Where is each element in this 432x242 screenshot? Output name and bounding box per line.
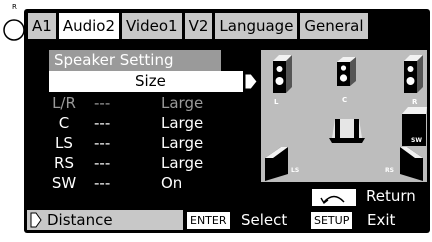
tab-language[interactable]: Language [215,13,298,39]
listener-chair-icon [329,119,365,143]
speaker-label: C [58,114,70,132]
separator: --- [94,154,111,172]
list-item-c[interactable]: C --- Large [24,113,256,133]
tab-general[interactable]: General [300,13,368,39]
list-item-sw[interactable]: SW --- On [24,173,256,193]
speaker-label: L/R [52,94,76,112]
diagram-label-ls: LS [291,167,299,174]
return-label: Return [366,187,416,205]
speaker-size-list: L/R --- Large C --- Large LS --- Large R… [24,93,256,193]
bottom-bar: Distance ENTER Select SETUP Exit [24,207,430,233]
select-label: Select [241,211,288,229]
size-value: Large [161,134,204,152]
speaker-c-icon: C [337,57,356,104]
tab-v2[interactable]: V2 [184,13,213,39]
list-item-ls[interactable]: LS --- Large [24,133,256,153]
separator: --- [94,134,111,152]
speaker-label: SW [51,174,77,192]
tab-bar: A1 Audio2 Video1 V2 Language General [28,13,368,39]
arrow-right-icon [30,212,42,228]
list-item-lr[interactable]: L/R --- Large [24,93,256,113]
list-item-rs[interactable]: RS --- Large [24,153,256,173]
speaker-label: RS [54,154,74,172]
diagram-label-c: C [342,96,347,104]
separator: --- [94,174,111,192]
diagram-label-sw: SW [411,137,422,144]
size-value: Large [161,154,204,172]
speaker-setting-title: Speaker Setting [49,50,221,71]
size-value: On [161,174,183,192]
distance-button[interactable]: Distance [27,210,183,230]
size-option[interactable]: Size [49,71,243,92]
setup-key-icon[interactable]: SETUP [311,212,353,229]
speaker-fl-icon: L [273,55,292,106]
svg-text:R: R [12,3,17,11]
speaker-fr-icon: R [404,55,423,106]
speaker-layout-diagram: L C R SW LS RS [261,50,427,182]
size-value: Large [161,94,204,112]
return-key-icon[interactable] [312,189,356,206]
separator: --- [94,114,111,132]
exit-label: Exit [367,211,396,229]
tab-a1[interactable]: A1 [28,13,56,39]
speaker-sw-icon: SW [402,107,427,146]
tab-video1[interactable]: Video1 [122,13,182,39]
diagram-label-l: L [274,98,279,106]
diagram-label-r: R [412,98,418,106]
separator: --- [94,94,111,112]
speaker-ls-icon: LS [265,147,299,181]
enter-key-icon[interactable]: ENTER [187,212,230,229]
diagram-label-rs: RS [385,167,394,174]
tab-audio2[interactable]: Audio2 [58,13,119,39]
speaker-rs-icon: RS [385,147,423,181]
arrow-right-icon [244,73,258,90]
osd-screen: A1 Audio2 Video1 V2 Language General Spe… [24,9,430,233]
speaker-label: LS [55,134,73,152]
size-value: Large [161,114,204,132]
corner-logo-icon: R [3,3,24,41]
